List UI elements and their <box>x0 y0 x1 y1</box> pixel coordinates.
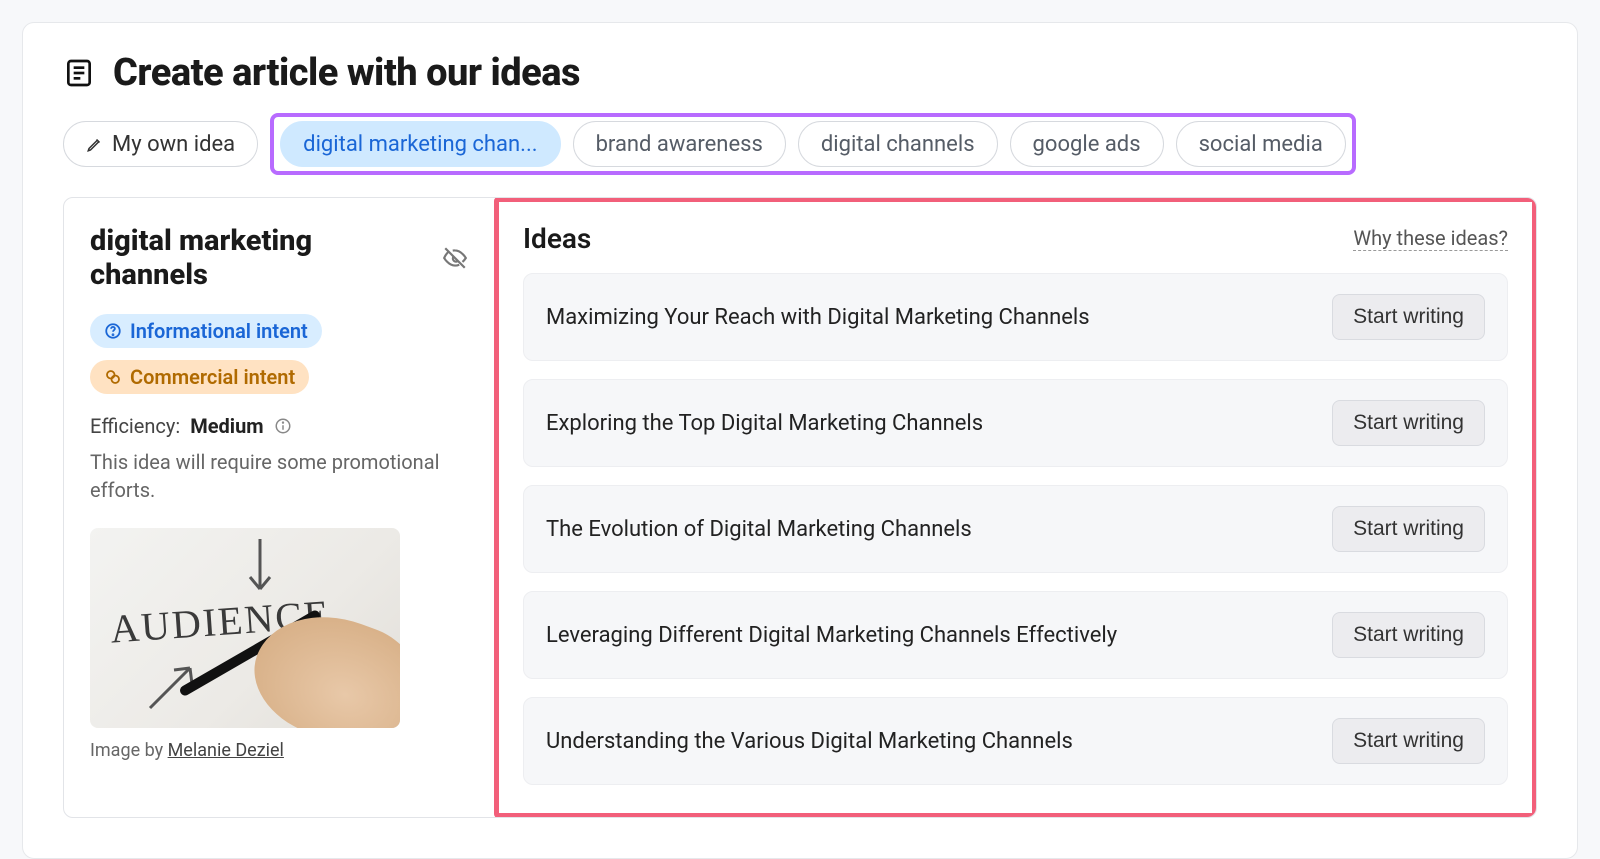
start-writing-button[interactable]: Start writing <box>1332 400 1485 446</box>
start-writing-button[interactable]: Start writing <box>1332 612 1485 658</box>
intent-badge-informational: Informational intent <box>90 314 322 348</box>
efficiency-value: Medium <box>190 414 263 438</box>
intent-label: Commercial intent <box>130 365 295 389</box>
chip-label: digital marketing chan... <box>303 132 537 157</box>
document-icon <box>63 57 95 89</box>
idea-title: Exploring the Top Digital Marketing Chan… <box>546 411 983 436</box>
topic-chip-social-media[interactable]: social media <box>1176 121 1346 167</box>
image-credit: Image by Melanie Deziel <box>90 740 468 761</box>
start-writing-button[interactable]: Start writing <box>1332 506 1485 552</box>
start-writing-button[interactable]: Start writing <box>1332 294 1485 340</box>
my-own-idea-chip[interactable]: My own idea <box>63 121 258 167</box>
ideas-heading: Ideas <box>523 222 591 255</box>
idea-title: Understanding the Various Digital Market… <box>546 729 1073 754</box>
chip-label: brand awareness <box>596 132 763 157</box>
article-ideas-card: Create article with our ideas My own ide… <box>22 22 1578 859</box>
page-title: Create article with our ideas <box>113 51 580 95</box>
ideas-panel: Ideas Why these ideas? Maximizing Your R… <box>494 197 1537 818</box>
my-own-idea-label: My own idea <box>112 132 235 157</box>
start-writing-button[interactable]: Start writing <box>1332 718 1485 764</box>
header: Create article with our ideas <box>63 51 1537 95</box>
chip-label: digital channels <box>821 132 975 157</box>
commercial-icon <box>104 368 122 386</box>
why-these-ideas-link[interactable]: Why these ideas? <box>1353 226 1508 251</box>
content-panel: digital marketing channels Informatio <box>63 197 1537 818</box>
idea-title: Leveraging Different Digital Marketing C… <box>546 623 1117 648</box>
chip-label: google ads <box>1033 132 1141 157</box>
topic-chip-digital-marketing-channels[interactable]: digital marketing chan... <box>280 121 560 167</box>
topic-chip-brand-awareness[interactable]: brand awareness <box>573 121 786 167</box>
idea-row: The Evolution of Digital Marketing Chann… <box>523 485 1508 573</box>
pencil-icon <box>86 135 104 153</box>
idea-row: Understanding the Various Digital Market… <box>523 697 1508 785</box>
efficiency-row: Efficiency: Medium <box>90 414 468 438</box>
efficiency-description: This idea will require some promotional … <box>90 448 450 504</box>
idea-title: Maximizing Your Reach with Digital Marke… <box>546 305 1090 330</box>
eye-off-icon[interactable] <box>442 245 468 271</box>
topic-chip-digital-channels[interactable]: digital channels <box>798 121 998 167</box>
intent-label: Informational intent <box>130 319 308 343</box>
topic-title: digital marketing channels <box>90 224 428 292</box>
idea-row: Leveraging Different Digital Marketing C… <box>523 591 1508 679</box>
idea-row: Maximizing Your Reach with Digital Marke… <box>523 273 1508 361</box>
intent-badge-commercial: Commercial intent <box>90 360 309 394</box>
image-credit-link[interactable]: Melanie Deziel <box>168 740 284 761</box>
topic-details: digital marketing channels Informatio <box>64 198 494 817</box>
idea-row: Exploring the Top Digital Marketing Chan… <box>523 379 1508 467</box>
help-circle-icon <box>104 322 122 340</box>
efficiency-label: Efficiency: <box>90 414 180 438</box>
info-icon[interactable] <box>274 417 292 435</box>
topic-chip-google-ads[interactable]: google ads <box>1010 121 1164 167</box>
credit-prefix: Image by <box>90 740 168 761</box>
suggested-topics-highlight: digital marketing chan... brand awarenes… <box>270 113 1356 175</box>
topic-thumbnail: AUDIENCE <box>90 528 400 728</box>
idea-title: The Evolution of Digital Marketing Chann… <box>546 517 972 542</box>
chip-label: social media <box>1199 132 1323 157</box>
topic-chip-row: My own idea digital marketing chan... br… <box>63 113 1537 175</box>
